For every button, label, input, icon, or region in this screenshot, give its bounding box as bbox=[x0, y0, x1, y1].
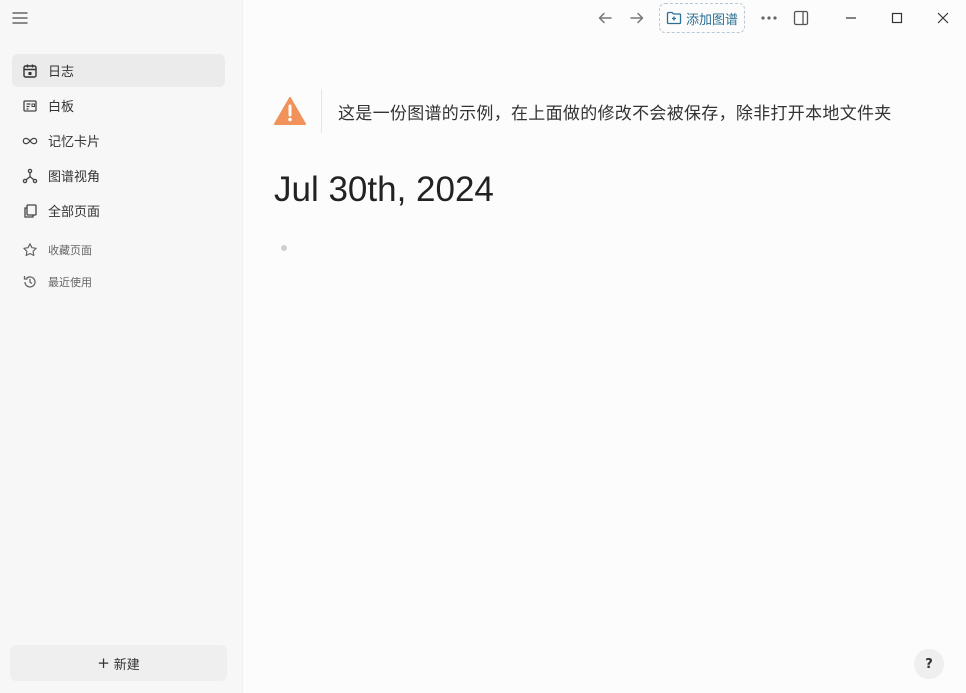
sidebar-item-label: 全部页面 bbox=[48, 205, 101, 220]
toggle-right-sidebar-button[interactable] bbox=[788, 5, 814, 31]
maximize-button[interactable] bbox=[874, 0, 920, 36]
sidebar-item-all-pages[interactable]: 全部页面 bbox=[12, 194, 225, 227]
infinity-icon bbox=[22, 133, 38, 149]
main-content: 这是一份图谱的示例，在上面做的修改不会被保存，除非打开本地文件夹 Jul 30t… bbox=[243, 36, 966, 693]
top-toolbar: 添加图谱 bbox=[243, 0, 966, 36]
whiteboard-icon bbox=[22, 98, 38, 114]
sidebar-item-recent[interactable]: 最近使用 bbox=[12, 267, 225, 297]
sidebar-item-favorites[interactable]: 收藏页面 bbox=[12, 235, 225, 265]
pages-icon bbox=[22, 203, 38, 219]
warning-text: 这是一份图谱的示例，在上面做的修改不会被保存，除非打开本地文件夹 bbox=[338, 103, 892, 124]
history-icon bbox=[22, 274, 38, 290]
sidebar-item-flashcards[interactable]: 记忆卡片 bbox=[12, 124, 225, 157]
sidebar-item-graph-view[interactable]: 图谱视角 bbox=[12, 159, 225, 192]
demo-warning-banner: 这是一份图谱的示例，在上面做的修改不会被保存，除非打开本地文件夹 bbox=[273, 89, 892, 133]
warning-divider bbox=[321, 89, 322, 133]
warning-icon bbox=[273, 94, 307, 128]
sidebar-item-label: 最近使用 bbox=[48, 276, 92, 289]
add-graph-button[interactable]: 添加图谱 bbox=[658, 3, 745, 33]
add-graph-label: 添加图谱 bbox=[685, 12, 738, 28]
sidebar-item-label: 日志 bbox=[48, 65, 75, 80]
block-bullet[interactable] bbox=[281, 245, 287, 251]
star-icon bbox=[22, 242, 38, 258]
sidebar-item-label: 收藏页面 bbox=[48, 244, 92, 257]
calendar-icon bbox=[22, 63, 38, 79]
arrow-left-icon bbox=[598, 12, 612, 24]
sidebar-item-label: 白板 bbox=[48, 100, 75, 115]
left-sidebar: 日志 白板 记忆卡片 图谱视角 全部页面 收藏页面 最近使用 + 新建 bbox=[0, 0, 243, 693]
sidebar-item-journals[interactable]: 日志 bbox=[12, 54, 225, 87]
menu-icon[interactable] bbox=[10, 8, 30, 28]
arrow-right-icon bbox=[630, 12, 644, 24]
help-button[interactable]: ? bbox=[914, 649, 944, 679]
plus-icon: + bbox=[97, 654, 110, 672]
close-icon bbox=[937, 12, 949, 24]
page-title[interactable]: Jul 30th, 2024 bbox=[274, 170, 494, 210]
sidebar-item-whiteboard[interactable]: 白板 bbox=[12, 89, 225, 122]
minimize-icon bbox=[846, 17, 856, 19]
maximize-icon bbox=[891, 12, 903, 24]
sidebar-right-icon bbox=[793, 10, 809, 26]
minimize-button[interactable] bbox=[828, 0, 874, 36]
folder-plus-icon bbox=[666, 11, 682, 25]
sidebar-item-label: 图谱视角 bbox=[48, 170, 101, 185]
app-window: 日志 白板 记忆卡片 图谱视角 全部页面 收藏页面 最近使用 + 新建 添加图谱… bbox=[0, 0, 966, 693]
back-button[interactable] bbox=[592, 5, 618, 31]
more-horizontal-icon bbox=[761, 16, 777, 20]
sidebar-item-label: 记忆卡片 bbox=[48, 135, 101, 150]
new-page-button[interactable]: + 新建 bbox=[10, 645, 227, 681]
graph-icon bbox=[22, 168, 38, 184]
sidebar-nav: 日志 白板 记忆卡片 图谱视角 全部页面 收藏页面 最近使用 bbox=[12, 54, 225, 299]
forward-button[interactable] bbox=[624, 5, 650, 31]
new-button-label: 新建 bbox=[113, 657, 140, 673]
close-button[interactable] bbox=[920, 0, 966, 36]
more-options-button[interactable] bbox=[756, 5, 782, 31]
